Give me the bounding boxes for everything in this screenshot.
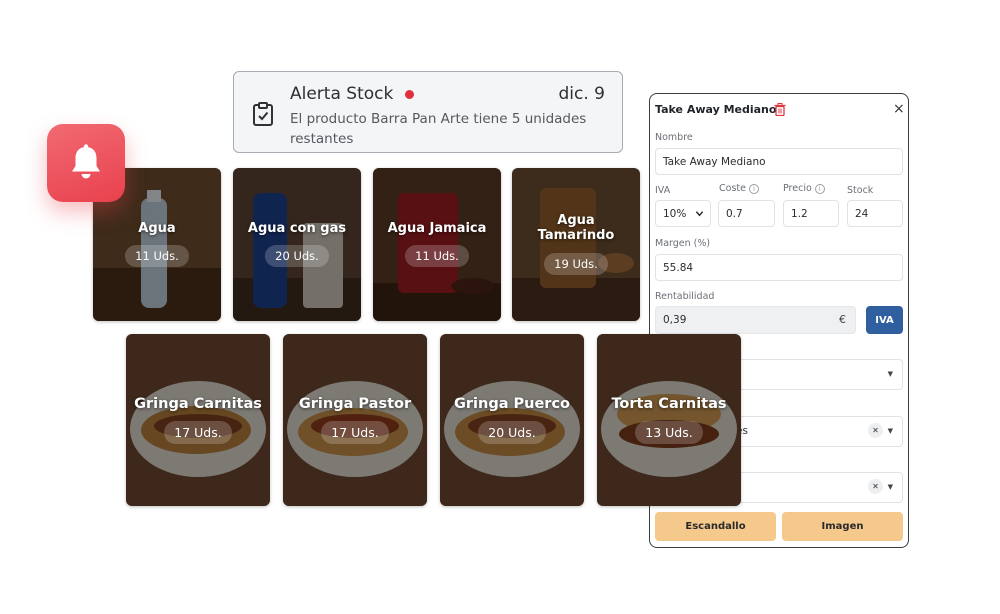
product-name: Agua (138, 220, 176, 236)
caret-down-icon: ▼ (887, 427, 893, 435)
rentabilidad-label: Rentabilidad (655, 291, 715, 302)
imagen-button[interactable]: Imagen (782, 512, 903, 541)
product-name: Gringa Puerco (453, 395, 571, 412)
notification-bell-badge[interactable] (47, 124, 125, 202)
coste-input[interactable]: 0.7 (718, 200, 775, 227)
rentabilidad-value: 0,39 (663, 314, 687, 326)
product-name: Agua Tamarindo (537, 213, 615, 243)
chevron-down-icon (695, 211, 704, 217)
product-name: Gringa Pastor (298, 395, 412, 412)
product-tile-torta-carnitas[interactable]: Torta Carnitas 13 Uds. (597, 334, 741, 506)
product-units-badge: 11 Uds. (125, 245, 189, 268)
product-units-badge: 20 Uds. (478, 421, 546, 445)
iva-value: 10% (663, 207, 687, 220)
product-tile-gringa-pastor[interactable]: Gringa Pastor 17 Uds. (283, 334, 427, 506)
iva-label: IVA (655, 185, 671, 196)
caret-down-icon: ▼ (887, 370, 893, 378)
product-name: Agua con gas (247, 220, 347, 236)
info-icon[interactable]: i (748, 184, 759, 194)
euro-symbol: € (839, 313, 846, 326)
product-tile-agua-con-gas[interactable]: Agua con gas 20 Uds. (233, 168, 361, 321)
stock-label: Stock (847, 185, 874, 196)
iva-toggle-button[interactable]: IVA (866, 306, 903, 334)
product-tile-agua-tamarindo[interactable]: Agua Tamarindo 19 Uds. (512, 168, 640, 321)
alert-date: dic. 9 (558, 84, 605, 104)
stock-input[interactable]: 24 (847, 200, 903, 227)
clear-icon[interactable]: ✕ (868, 423, 883, 438)
info-icon[interactable]: i (814, 184, 825, 194)
iva-select[interactable]: 10% (655, 200, 711, 227)
product-units-badge: 17 Uds. (164, 421, 232, 445)
clear-icon[interactable]: ✕ (868, 479, 883, 494)
precio-label: Precio i (783, 183, 825, 194)
caret-down-icon: ▼ (887, 483, 893, 491)
alert-unread-dot (405, 90, 414, 99)
product-units-badge: 20 Uds. (265, 245, 329, 268)
escandallo-button[interactable]: Escandallo (655, 512, 776, 541)
alert-message: El producto Barra Pan Arte tiene 5 unida… (290, 111, 587, 147)
panel-title: Take Away Mediano (655, 103, 777, 116)
alert-title: Alerta Stock (290, 84, 394, 104)
nombre-label: Nombre (655, 132, 693, 143)
product-name: Agua Jamaica (387, 220, 487, 236)
bell-icon (72, 144, 100, 179)
precio-value: 1.2 (791, 207, 808, 220)
product-tile-gringa-carnitas[interactable]: Gringa Carnitas 17 Uds. (126, 334, 270, 506)
product-tile-gringa-puerco[interactable]: Gringa Puerco 20 Uds. (440, 334, 584, 506)
stock-value: 24 (855, 207, 869, 220)
margen-value: 55.84 (663, 261, 694, 274)
nombre-value: Take Away Mediano (663, 155, 766, 168)
product-units-badge: 17 Uds. (321, 421, 389, 445)
product-units-badge: 11 Uds. (405, 245, 469, 268)
close-icon[interactable]: × (893, 102, 905, 116)
product-name: Gringa Carnitas (134, 395, 262, 412)
nombre-input[interactable]: Take Away Mediano (655, 148, 903, 175)
coste-label: Coste i (719, 183, 759, 194)
product-tile-agua-jamaica[interactable]: Agua Jamaica 11 Uds. (373, 168, 501, 321)
margen-label: Margen (%) (655, 238, 711, 249)
rentabilidad-field: 0,39 € (655, 306, 856, 334)
precio-input[interactable]: 1.2 (783, 200, 839, 227)
stock-alert-card[interactable]: Alerta Stock dic. 9 El producto Barra Pa… (233, 71, 623, 153)
trash-icon[interactable] (774, 103, 786, 116)
product-units-badge: 19 Uds. (544, 252, 608, 275)
product-units-badge: 13 Uds. (635, 421, 703, 445)
coste-value: 0.7 (726, 207, 743, 220)
product-name: Torta Carnitas (611, 395, 727, 412)
clipboard-check-icon (253, 102, 273, 126)
margen-input[interactable]: 55.84 (655, 254, 903, 281)
